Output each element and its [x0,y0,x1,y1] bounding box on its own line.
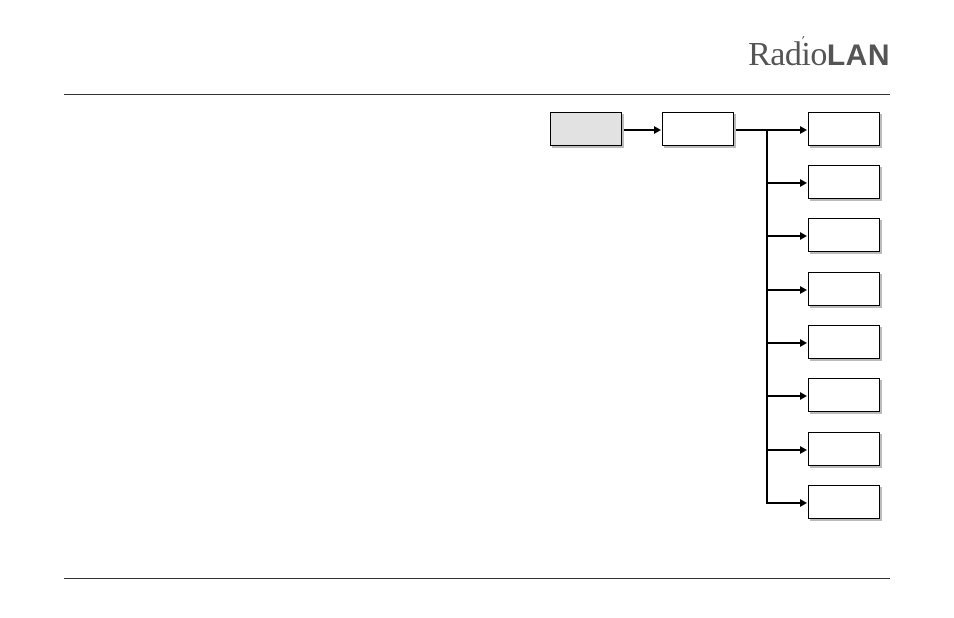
flowchart [530,112,900,552]
arrow-right-icon [800,392,807,400]
arrow-right-icon [800,232,807,240]
page: ′ RadioLAN [0,0,954,618]
logo-part1: Radio [748,36,827,73]
arrow-right-icon [654,126,661,134]
arrow-right-icon [800,286,807,294]
bottom-divider [64,578,890,579]
level2-box [662,112,734,146]
top-divider [64,94,890,95]
leaf-box [808,218,880,252]
arrow-right-icon [800,499,807,507]
leaf-box [808,272,880,306]
arrow-right-icon [800,446,807,454]
connector [766,129,800,131]
leaf-box [808,165,880,199]
connector [766,289,800,291]
arrow-right-icon [800,179,807,187]
arrow-right-icon [800,339,807,347]
leaf-box [808,325,880,359]
connector [736,129,766,131]
leaf-box [808,378,880,412]
root-box [550,112,622,146]
connector [766,182,800,184]
connector [766,342,800,344]
leaf-box [808,432,880,466]
arrow-right-icon [800,126,807,134]
connector [766,449,800,451]
bus-line [766,129,768,502]
logo-part2: LAN [827,39,890,72]
brand-logo: ′ RadioLAN [748,36,890,74]
leaf-box [808,112,880,146]
leaf-box [808,485,880,519]
connector [766,502,800,504]
connector [766,395,800,397]
connector [624,129,654,131]
connector [766,235,800,237]
